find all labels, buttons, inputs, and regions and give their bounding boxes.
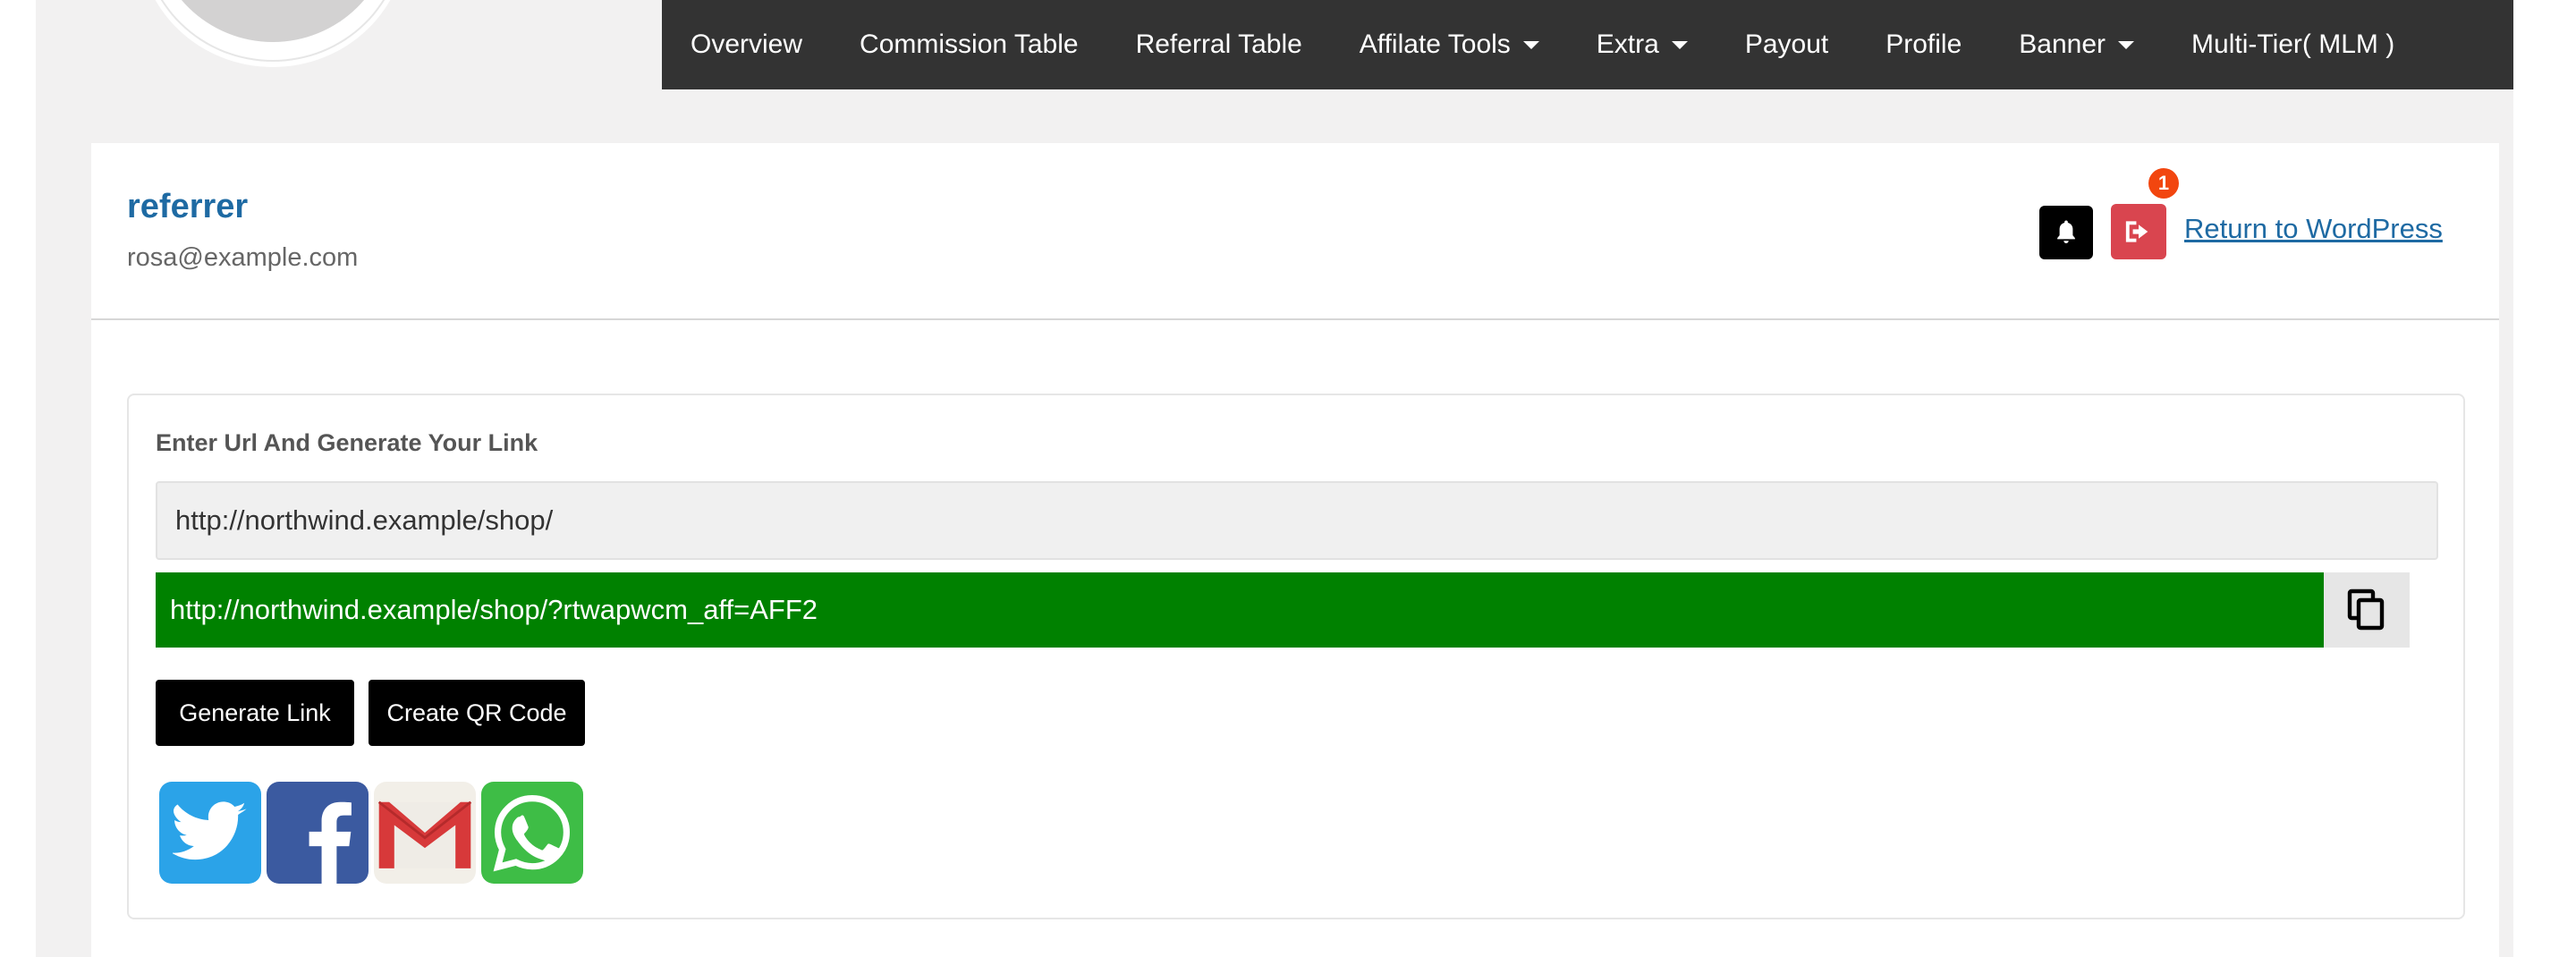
- generated-link-field[interactable]: http://northwind.example/shop/?rtwapwcm_…: [156, 572, 2324, 648]
- twitter-share-button[interactable]: [159, 782, 261, 884]
- nav-item-label: Affilate Tools: [1359, 30, 1511, 59]
- user-header: referrer rosa@example.com 1 Return to Wo…: [91, 143, 2499, 320]
- dashboard-card: referrer rosa@example.com 1 Return to Wo…: [91, 143, 2499, 957]
- whatsapp-icon: [493, 794, 571, 872]
- user-name: referrer: [127, 188, 249, 225]
- page-background: Overview Commission Table Referral Table…: [36, 0, 2513, 957]
- nav-item-label: Banner: [2019, 30, 2106, 59]
- top-navigation: Overview Commission Table Referral Table…: [662, 0, 2513, 89]
- whatsapp-share-button[interactable]: [481, 782, 583, 884]
- facebook-icon: [309, 801, 352, 884]
- nav-item-profile[interactable]: Profile: [1885, 30, 1962, 60]
- link-generator-label: Enter Url And Generate Your Link: [156, 429, 538, 456]
- nav-item-label: Profile: [1885, 30, 1962, 59]
- notification-count-badge: 1: [2148, 168, 2179, 199]
- copy-link-button[interactable]: [2324, 572, 2410, 648]
- nav-item-affiliate-tools[interactable]: Affilate Tools: [1360, 30, 1539, 60]
- copy-icon: [2347, 589, 2385, 631]
- nav-item-overview[interactable]: Overview: [691, 30, 802, 60]
- logout-button[interactable]: [2111, 204, 2166, 259]
- notification-button[interactable]: [2039, 206, 2093, 259]
- caret-down-icon: [1522, 40, 1539, 49]
- url-input[interactable]: http://northwind.example/shop/: [156, 481, 2438, 560]
- avatar-ring: [142, 0, 403, 62]
- avatar: [139, 0, 407, 67]
- gmail-icon: [377, 800, 472, 868]
- nav-item-extra[interactable]: Extra: [1597, 30, 1688, 60]
- bell-icon: [2057, 220, 2075, 243]
- caret-down-icon: [1671, 40, 1688, 49]
- nav-item-payout[interactable]: Payout: [1745, 30, 1828, 60]
- nav-item-multi-tier[interactable]: Multi-Tier( MLM ): [2191, 30, 2394, 60]
- nav-item-banner[interactable]: Banner: [2019, 30, 2135, 60]
- nav-item-label: Commission Table: [860, 30, 1079, 59]
- gmail-share-button[interactable]: [374, 782, 476, 884]
- nav-item-label: Overview: [691, 30, 803, 59]
- nav-item-label: Multi-Tier( MLM ): [2191, 30, 2395, 59]
- caret-down-icon: [2118, 40, 2135, 49]
- return-to-wordpress-link[interactable]: Return to WordPress: [2184, 213, 2443, 245]
- generate-link-button[interactable]: Generate Link: [156, 680, 354, 746]
- twitter-icon: [173, 801, 247, 860]
- user-email: rosa@example.com: [127, 243, 359, 272]
- nav-item-label: Payout: [1744, 30, 1829, 59]
- nav-item-referral-table[interactable]: Referral Table: [1136, 30, 1302, 60]
- link-generator-panel: Enter Url And Generate Your Link http://…: [127, 394, 2465, 919]
- nav-item-commission-table[interactable]: Commission Table: [860, 30, 1079, 60]
- nav-item-label: Referral Table: [1135, 30, 1302, 59]
- nav-item-label: Extra: [1596, 30, 1659, 59]
- create-qr-code-button[interactable]: Create QR Code: [369, 680, 585, 746]
- facebook-share-button[interactable]: [267, 782, 369, 884]
- logout-icon: [2125, 221, 2148, 242]
